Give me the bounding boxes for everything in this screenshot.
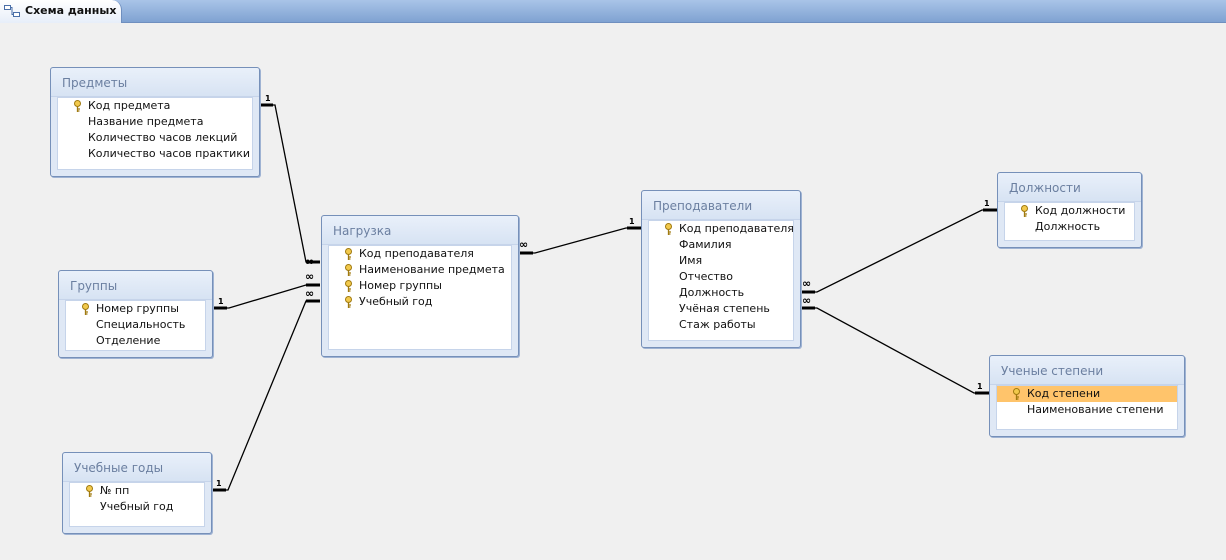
link-godynagruzka [211, 300, 320, 491]
one-label: 1 [216, 479, 222, 488]
table-title[interactable]: Группы [59, 271, 212, 300]
key-icon [345, 280, 352, 292]
field-row[interactable]: Должность [649, 285, 793, 301]
table-title[interactable]: Предметы [51, 68, 259, 97]
table-predmety[interactable]: Предметы Код предмета Название предмета … [50, 67, 260, 177]
field-row[interactable]: Стаж работы [649, 317, 793, 333]
table-uchenye-stepeni[interactable]: Ученые степени Код степени Наименование … [989, 355, 1185, 437]
field-row[interactable]: Отделение [66, 333, 205, 349]
link-nagruzka-prepod [519, 227, 641, 254]
key-icon [1013, 388, 1020, 400]
field-list: Номер группы Специальность Отделение [65, 300, 206, 351]
field-list: Код степени Наименование степени [996, 385, 1178, 430]
field-row[interactable]: Номер группы [329, 278, 511, 294]
field-row[interactable]: Имя [649, 253, 793, 269]
key-icon [82, 303, 89, 315]
field-row-selected[interactable]: Код степени [997, 386, 1177, 402]
field-row[interactable]: Отчество [649, 269, 793, 285]
many-label: ∞ [802, 294, 812, 307]
table-gruppy[interactable]: Группы Номер группы Специальность Отделе… [58, 270, 213, 358]
field-row[interactable]: Учёная степень [649, 301, 793, 317]
field-row[interactable]: Должность [1005, 219, 1134, 235]
many-label: ∞ [519, 238, 529, 251]
field-row[interactable]: Название предмета [58, 114, 252, 130]
field-list: Код преподавателя Наименование предмета … [328, 245, 512, 350]
field-row[interactable]: Номер группы [66, 301, 205, 317]
one-label: 1 [218, 297, 224, 306]
link-prepod-dolzh [801, 209, 997, 293]
table-dolzhnosti[interactable]: Должности Код должности Должность [997, 172, 1142, 248]
key-icon [345, 264, 352, 276]
field-row[interactable]: № пп [70, 483, 204, 499]
table-title[interactable]: Учебные годы [63, 453, 211, 482]
field-row[interactable]: Код предмета [58, 98, 252, 114]
table-title[interactable]: Преподаватели [642, 191, 800, 220]
field-list: № пп Учебный год [69, 482, 205, 527]
one-label: 1 [265, 94, 271, 103]
table-title[interactable]: Нагрузка [322, 216, 518, 245]
many-label: ∞ [305, 287, 315, 300]
table-title[interactable]: Должности [998, 173, 1141, 202]
field-row[interactable]: Учебный год [329, 294, 511, 310]
key-icon [345, 296, 352, 308]
field-list: Код преподавателя Фамилия Имя Отчество Д… [648, 220, 794, 341]
many-label: ∞ [305, 255, 315, 268]
key-icon [74, 100, 81, 112]
link-predmety-nagruzka [259, 104, 320, 263]
table-title[interactable]: Ученые степени [990, 356, 1184, 385]
key-icon [1021, 205, 1028, 217]
field-row[interactable]: Наименование предмета [329, 262, 511, 278]
table-uchebnye-gody[interactable]: Учебные годы № пп Учебный год [62, 452, 212, 534]
field-row[interactable]: Код должности [1005, 203, 1134, 219]
field-row[interactable]: Количество часов лекций [58, 130, 252, 146]
table-nagruzka[interactable]: Нагрузка Код преподавателя Наименование … [321, 215, 519, 357]
field-list: Код должности Должность [1004, 202, 1135, 241]
field-row[interactable]: Наименование степени [997, 402, 1177, 418]
field-row[interactable]: Код преподавателя [649, 221, 794, 237]
field-row[interactable]: Учебный год [70, 499, 204, 515]
link-prepod-stepeni [801, 307, 989, 394]
field-row[interactable]: Фамилия [649, 237, 793, 253]
one-label: 1 [977, 382, 983, 391]
field-row[interactable]: Код преподавателя [329, 246, 511, 262]
field-row[interactable]: Специальность [66, 317, 205, 333]
many-label: ∞ [305, 270, 315, 283]
key-icon [345, 248, 352, 260]
key-icon [665, 223, 672, 235]
field-row[interactable]: Количество часов практики [58, 146, 252, 162]
one-label: 1 [984, 199, 990, 208]
table-prepodavateli[interactable]: Преподаватели Код преподавателя Фамилия … [641, 190, 801, 348]
many-label: ∞ [802, 277, 812, 290]
one-label: 1 [629, 217, 635, 226]
key-icon [86, 485, 93, 497]
field-list: Код предмета Название предмета Количеств… [57, 97, 253, 170]
